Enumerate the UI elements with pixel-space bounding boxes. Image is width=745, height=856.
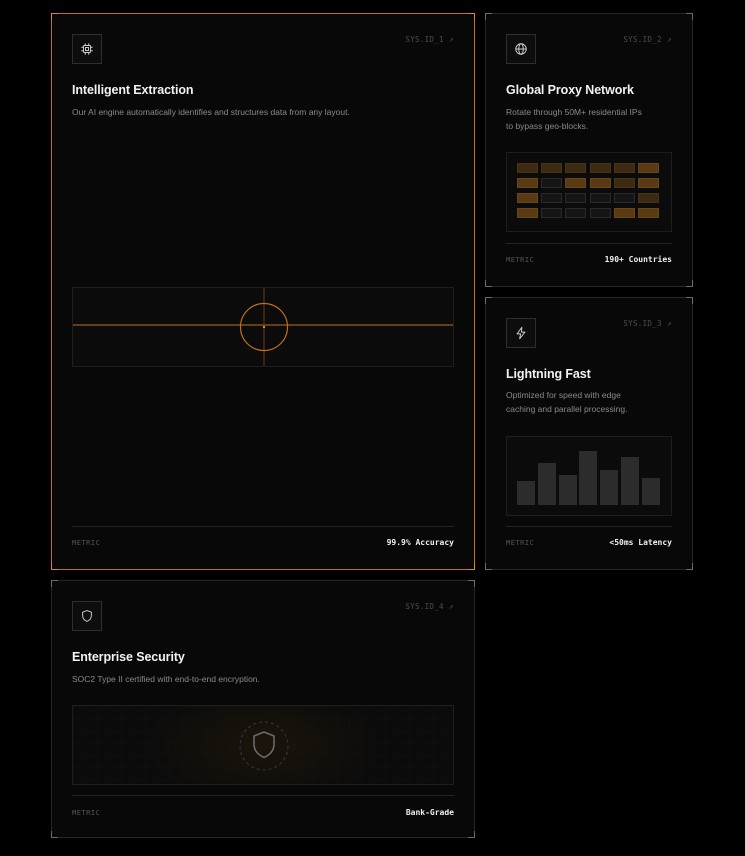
latency-bar-visual [506, 436, 672, 516]
proxy-node-cell [613, 193, 635, 203]
proxy-node-cell [638, 178, 659, 188]
globe-icon [515, 43, 527, 55]
globe-icon-box [506, 34, 536, 64]
corner-marker [51, 563, 58, 570]
arrow-up-right-icon[interactable]: ↗ [667, 319, 672, 328]
proxy-node-cell [565, 163, 587, 173]
corner-marker [468, 580, 475, 587]
card-description: Our AI engine automatically identifies a… [72, 107, 350, 117]
system-id-label: SYS.ID_1 ↗ [405, 35, 454, 44]
security-shield-visual [72, 705, 454, 785]
proxy-node-cell [517, 178, 538, 188]
card-title: Global Proxy Network [506, 83, 634, 97]
metric-value: 190+ Countries [604, 255, 672, 264]
corner-marker [485, 563, 492, 570]
feature-card-speed[interactable]: SYS.ID_3 ↗ Lightning Fast Optimized for s… [485, 297, 693, 570]
cpu-chip-icon [81, 43, 93, 55]
arrow-up-right-icon[interactable]: ↗ [449, 35, 454, 44]
feature-card-proxy[interactable]: SYS.ID_2 ↗ Global Proxy Network Rotate th… [485, 13, 693, 287]
proxy-node-cell [589, 178, 611, 188]
proxy-node-cell [517, 193, 538, 203]
proxy-node-cell [589, 193, 611, 203]
arrow-up-right-icon[interactable]: ↗ [667, 35, 672, 44]
proxy-node-cell [541, 208, 563, 218]
latency-bar [579, 451, 598, 505]
system-id-label: SYS.ID_3 ↗ [623, 319, 672, 328]
latency-bar [558, 475, 577, 505]
shield-emblem-icon [73, 706, 453, 784]
card-description: Rotate through 50M+ residential IPs to b… [506, 107, 642, 131]
system-id-label: SYS.ID_4 ↗ [405, 602, 454, 611]
proxy-node-cell [613, 208, 635, 218]
feature-card-security[interactable]: SYS.ID_4 ↗ Enterprise Security SOC2 Type … [51, 580, 475, 838]
corner-marker [51, 831, 58, 838]
card-title: Lightning Fast [506, 367, 591, 381]
cpu-chip-icon-box [72, 34, 102, 64]
proxy-node-cell [541, 193, 563, 203]
proxy-node-cell [638, 163, 659, 173]
metric-value: <50ms Latency [609, 538, 672, 547]
latency-bar [621, 457, 639, 505]
proxy-node-cell [638, 193, 659, 203]
corner-marker [485, 297, 492, 304]
metric-label: METRIC [506, 256, 535, 264]
latency-bar [517, 481, 535, 505]
corner-marker [686, 13, 693, 20]
corner-marker [686, 563, 693, 570]
corner-marker [51, 580, 58, 587]
proxy-node-cell [589, 163, 611, 173]
corner-marker [686, 297, 693, 304]
metric-value: Bank-Grade [405, 808, 454, 817]
lightning-bolt-icon [516, 326, 526, 340]
latency-bar [641, 478, 660, 505]
corner-marker [485, 13, 492, 20]
corner-marker [485, 280, 492, 287]
lightning-bolt-icon-box [506, 318, 536, 348]
corner-marker [468, 13, 475, 20]
corner-marker [686, 280, 693, 287]
footer-divider [72, 526, 454, 527]
metric-label: METRIC [72, 539, 101, 547]
proxy-node-cell [638, 208, 659, 218]
proxy-node-cell [613, 178, 635, 188]
card-description: SOC2 Type II certified with end-to-end e… [72, 674, 260, 684]
proxy-node-cell [565, 208, 587, 218]
corner-marker [468, 563, 475, 570]
proxy-node-cell [565, 193, 587, 203]
metric-label: METRIC [72, 809, 101, 817]
card-title: Enterprise Security [72, 650, 185, 664]
latency-bar [537, 463, 556, 505]
latency-bar [600, 470, 619, 505]
footer-divider [506, 243, 672, 244]
proxy-node-cell [541, 163, 563, 173]
proxy-node-cell [589, 208, 611, 218]
shield-icon [82, 610, 92, 622]
footer-divider [72, 795, 454, 796]
proxy-node-cell [517, 208, 538, 218]
proxy-node-grid [506, 152, 672, 232]
shield-icon-box [72, 601, 102, 631]
system-id-label: SYS.ID_2 ↗ [623, 35, 672, 44]
footer-divider [506, 526, 672, 527]
metric-label: METRIC [506, 539, 535, 547]
card-title: Intelligent Extraction [72, 83, 194, 97]
corner-marker [468, 831, 475, 838]
proxy-node-cell [541, 178, 563, 188]
proxy-node-cell [613, 163, 635, 173]
proxy-node-cell [517, 163, 538, 173]
extraction-scanner-visual [72, 287, 454, 367]
card-description: Optimized for speed with edge caching an… [506, 390, 628, 414]
arrow-up-right-icon[interactable]: ↗ [449, 602, 454, 611]
proxy-node-cell [565, 178, 587, 188]
corner-marker [51, 13, 58, 20]
metric-value: 99.9% Accuracy [386, 538, 454, 547]
feature-card-extraction[interactable]: SYS.ID_1 ↗ Intelligent Extraction Our AI … [51, 13, 475, 570]
scanner-crosshair-icon [73, 288, 453, 366]
